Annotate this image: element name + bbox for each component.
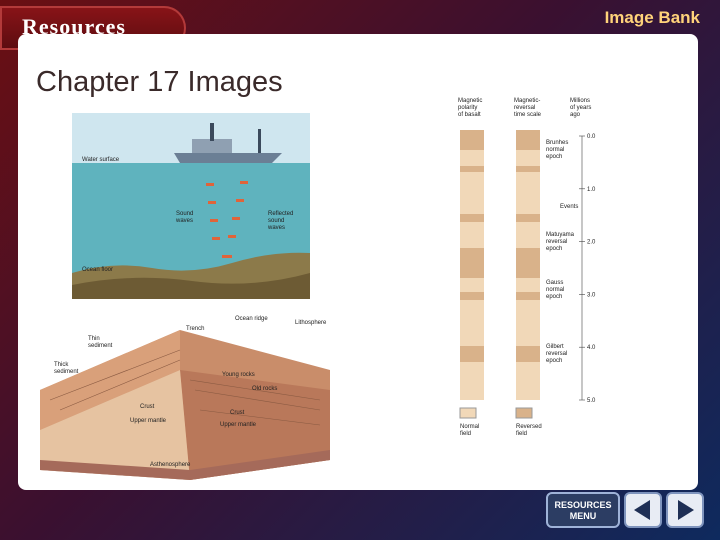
trench-label: Trench bbox=[186, 326, 204, 332]
crust-right-label: Crust bbox=[230, 410, 245, 416]
ocean-ridge-label: Ocean ridge bbox=[235, 316, 268, 322]
legend-reversed-field: Reversed field bbox=[516, 424, 542, 437]
seafloor-figure: Ocean ridge Lithosphere Trench Thin sedim… bbox=[40, 316, 330, 480]
tick-label: 2.0 bbox=[587, 240, 596, 246]
asthenosphere-label: Asthenosphere bbox=[150, 462, 191, 468]
thin-sediment-label: Thin sediment bbox=[88, 336, 113, 349]
epoch-gauss: Gauss normal epoch bbox=[546, 280, 564, 300]
tick-label: 4.0 bbox=[587, 345, 596, 351]
resources-menu-button[interactable]: RESOURCES MENU bbox=[546, 492, 620, 528]
previous-button[interactable] bbox=[624, 492, 662, 528]
sonar-figure: Water surface Sound waves Reflected sound w… bbox=[72, 113, 310, 299]
epoch-matuyama: Matuyama reversal epoch bbox=[546, 232, 575, 252]
next-button[interactable] bbox=[666, 492, 704, 528]
tick-label: 1.0 bbox=[587, 187, 596, 193]
upper-mantle-left-label: Upper mantle bbox=[130, 418, 167, 424]
old-rocks-label: Old rocks bbox=[252, 386, 277, 392]
polarity-header-timescale: Magnetic-reversal time scale bbox=[514, 98, 542, 118]
left-triangle-icon bbox=[634, 500, 650, 520]
upper-mantle-right-label: Upper mantle bbox=[220, 422, 257, 428]
polarity-header-basalt: Magnetic polarity of basalt bbox=[458, 98, 482, 118]
epoch-brunhes: Brunhes normal epoch bbox=[546, 140, 568, 160]
sound-waves-label: Sound waves bbox=[175, 211, 193, 224]
right-triangle-icon bbox=[678, 500, 694, 520]
ocean-floor-label: Ocean floor bbox=[82, 267, 113, 273]
young-rocks-label: Young rocks bbox=[222, 372, 255, 378]
menu-line2: MENU bbox=[569, 511, 597, 521]
water-surface-label: Water surface bbox=[82, 157, 120, 163]
page-title: Chapter 17 Images bbox=[36, 66, 283, 98]
lithosphere-label: Lithosphere bbox=[295, 320, 327, 326]
section-title: Image Bank bbox=[604, 8, 700, 27]
tick-label: 0.0 bbox=[587, 134, 596, 140]
thick-sediment-label: Thick sediment bbox=[54, 362, 79, 375]
tick-label: 3.0 bbox=[587, 292, 596, 298]
menu-line1: RESOURCES bbox=[554, 500, 612, 510]
legend-normal-field: Normal field bbox=[460, 424, 479, 437]
epoch-gilbert: Gilbert reversal epoch bbox=[546, 344, 567, 364]
polarity-header-years: Millions of years ago bbox=[570, 98, 591, 118]
tick-label: 5.0 bbox=[587, 398, 596, 404]
polarity-figure: Magnetic polarity of basalt Magnetic-rever… bbox=[458, 98, 596, 437]
epoch-events: Events bbox=[560, 204, 578, 210]
crust-left-label: Crust bbox=[140, 404, 155, 410]
